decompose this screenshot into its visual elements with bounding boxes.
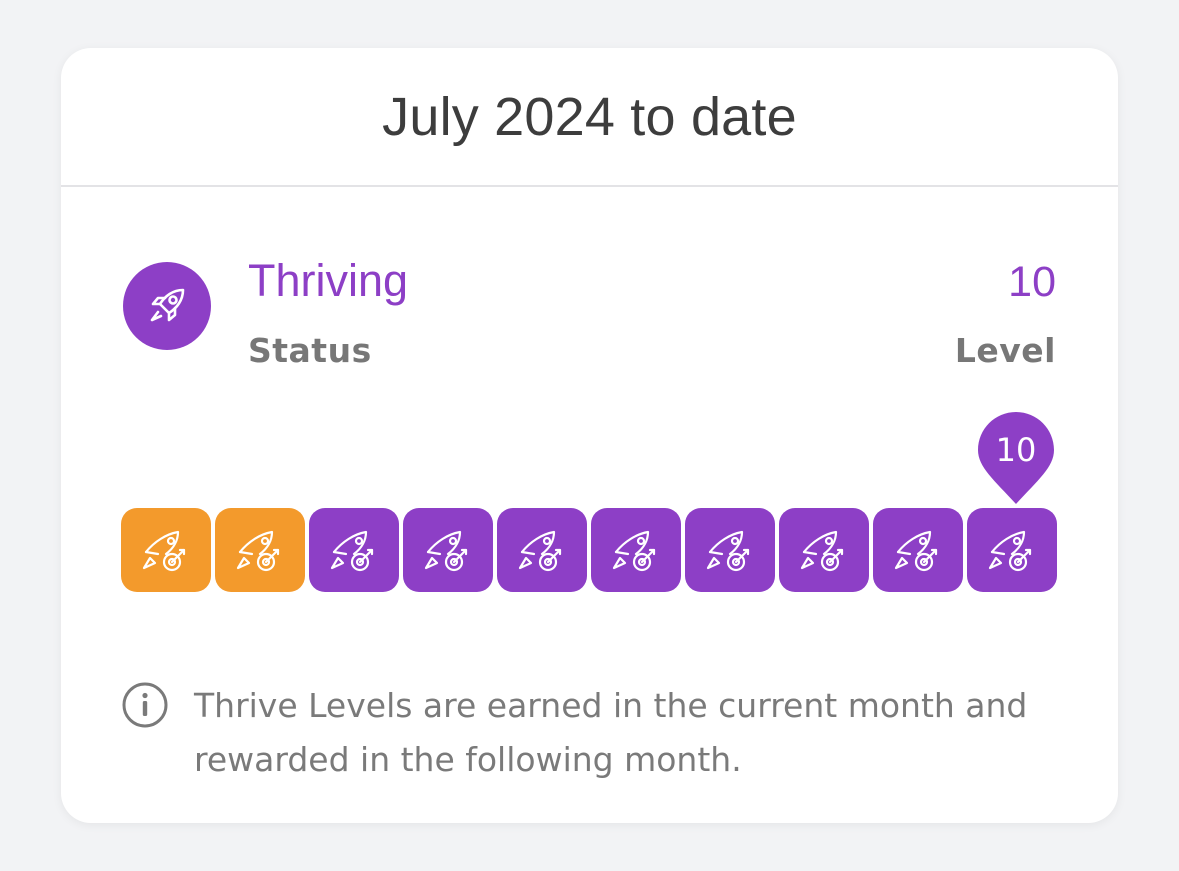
level-marker-label: 10 bbox=[995, 431, 1037, 469]
rocket-target-icon bbox=[512, 520, 572, 580]
status-value: Thriving bbox=[248, 255, 409, 306]
thrive-card: July 2024 to date Thriving Status 10 Lev… bbox=[61, 48, 1118, 823]
page-title: July 2024 to date bbox=[382, 86, 797, 147]
rocket-target-icon bbox=[888, 520, 948, 580]
info-text: Thrive Levels are earned in the current … bbox=[194, 686, 1028, 779]
rocket-target-icon bbox=[982, 520, 1042, 580]
rocket-target-icon bbox=[136, 520, 196, 580]
rocket-target-icon bbox=[230, 520, 290, 580]
level-tile-9 bbox=[873, 508, 963, 592]
rocket-target-icon bbox=[418, 520, 478, 580]
rocket-target-icon bbox=[324, 520, 384, 580]
card-header: July 2024 to date bbox=[61, 48, 1118, 187]
level-label: Level bbox=[954, 331, 1056, 370]
rocket-target-icon bbox=[794, 520, 854, 580]
level-tile-5 bbox=[497, 508, 587, 592]
rocket-target-icon bbox=[606, 520, 666, 580]
status-label: Status bbox=[248, 331, 372, 370]
level-tile-3 bbox=[309, 508, 399, 592]
level-tile-4 bbox=[403, 508, 493, 592]
level-value: 10 bbox=[1008, 258, 1056, 306]
level-tile-1 bbox=[121, 508, 211, 592]
rocket-icon bbox=[123, 262, 211, 350]
info-icon bbox=[122, 682, 168, 728]
level-tile-2 bbox=[215, 508, 305, 592]
rocket-target-icon bbox=[700, 520, 760, 580]
level-tile-8 bbox=[779, 508, 869, 592]
level-tile-7 bbox=[685, 508, 775, 592]
level-tile-6 bbox=[591, 508, 681, 592]
level-tile-10 bbox=[967, 508, 1057, 592]
